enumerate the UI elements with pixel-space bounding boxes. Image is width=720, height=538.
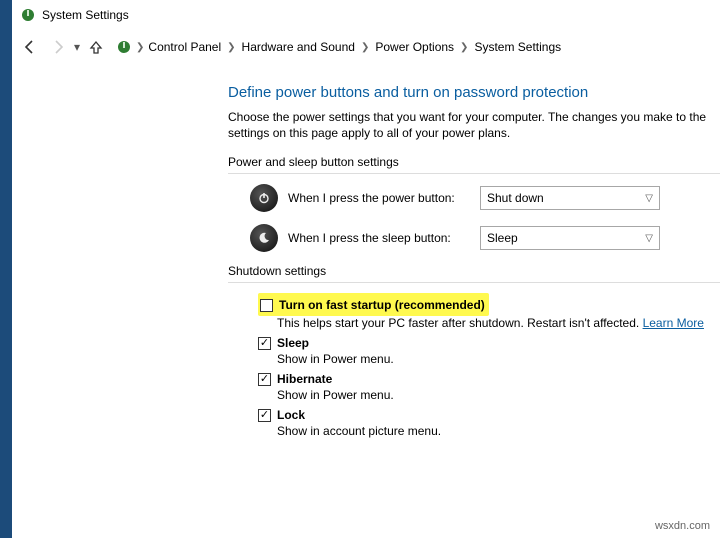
content-pane: Define power buttons and turn on passwor… — [212, 70, 720, 444]
page-subtext: Choose the power settings that you want … — [228, 109, 720, 141]
power-button-label: When I press the power button: — [288, 191, 470, 205]
recent-locations-button[interactable]: ▾ — [74, 40, 80, 54]
fast-startup-highlight: Turn on fast startup (recommended) — [258, 293, 489, 316]
system-settings-window: System Settings ▾ ❯ Control Panel ❯ Hard… — [12, 0, 720, 538]
lock-option-label: Lock — [277, 408, 305, 422]
shutdown-options: Turn on fast startup (recommended) This … — [258, 293, 720, 438]
window-title: System Settings — [42, 8, 129, 22]
lock-checkbox[interactable] — [258, 409, 271, 422]
section-power-sleep-buttons: Power and sleep button settings — [228, 155, 720, 169]
window-left-edge — [0, 0, 12, 538]
chevron-right-icon: ❯ — [361, 42, 369, 53]
power-options-icon — [20, 7, 36, 23]
chevron-right-icon: ❯ — [460, 42, 468, 53]
chevron-right-icon: ❯ — [136, 42, 144, 53]
breadcrumb-item[interactable]: Control Panel — [148, 40, 221, 54]
sleep-option-label: Sleep — [277, 336, 309, 350]
chevron-down-icon: ▽ — [645, 233, 653, 244]
hibernate-option-label: Hibernate — [277, 372, 332, 386]
power-button-value: Shut down — [487, 191, 544, 205]
section-divider — [228, 282, 720, 283]
sleep-button-value: Sleep — [487, 231, 518, 245]
section-divider — [228, 173, 720, 174]
power-icon — [250, 184, 278, 212]
section-shutdown-settings: Shutdown settings — [228, 264, 720, 278]
power-button-row: When I press the power button: Shut down… — [250, 184, 720, 212]
titlebar: System Settings — [12, 0, 720, 30]
forward-button[interactable] — [46, 35, 70, 59]
hibernate-checkbox[interactable] — [258, 373, 271, 386]
sleep-button-row: When I press the sleep button: Sleep ▽ — [250, 224, 720, 252]
sleep-button-select[interactable]: Sleep ▽ — [480, 226, 660, 250]
breadcrumb-item[interactable]: Hardware and Sound — [242, 40, 355, 54]
hibernate-option-desc: Show in Power menu. — [277, 388, 720, 402]
learn-more-link[interactable]: Learn More — [643, 316, 704, 330]
power-button-select[interactable]: Shut down ▽ — [480, 186, 660, 210]
page-title: Define power buttons and turn on passwor… — [228, 84, 720, 101]
breadcrumb-item[interactable]: Power Options — [375, 40, 454, 54]
up-button[interactable] — [84, 35, 108, 59]
chevron-right-icon: ❯ — [227, 42, 235, 53]
fast-startup-checkbox[interactable] — [260, 299, 273, 312]
back-button[interactable] — [18, 35, 42, 59]
sleep-option-desc: Show in Power menu. — [277, 352, 720, 366]
sleep-icon — [250, 224, 278, 252]
chevron-down-icon: ▽ — [645, 193, 653, 204]
breadcrumb: Control Panel ❯ Hardware and Sound ❯ Pow… — [148, 40, 561, 54]
sleep-checkbox[interactable] — [258, 337, 271, 350]
power-options-icon — [116, 39, 132, 55]
sleep-button-label: When I press the sleep button: — [288, 231, 470, 245]
lock-option-desc: Show in account picture menu. — [277, 424, 720, 438]
watermark: wsxdn.com — [655, 520, 710, 532]
navigation-bar: ▾ ❯ Control Panel ❯ Hardware and Sound ❯… — [12, 30, 720, 64]
fast-startup-desc: This helps start your PC faster after sh… — [277, 316, 720, 330]
breadcrumb-item[interactable]: System Settings — [474, 40, 561, 54]
fast-startup-label: Turn on fast startup (recommended) — [279, 298, 485, 312]
